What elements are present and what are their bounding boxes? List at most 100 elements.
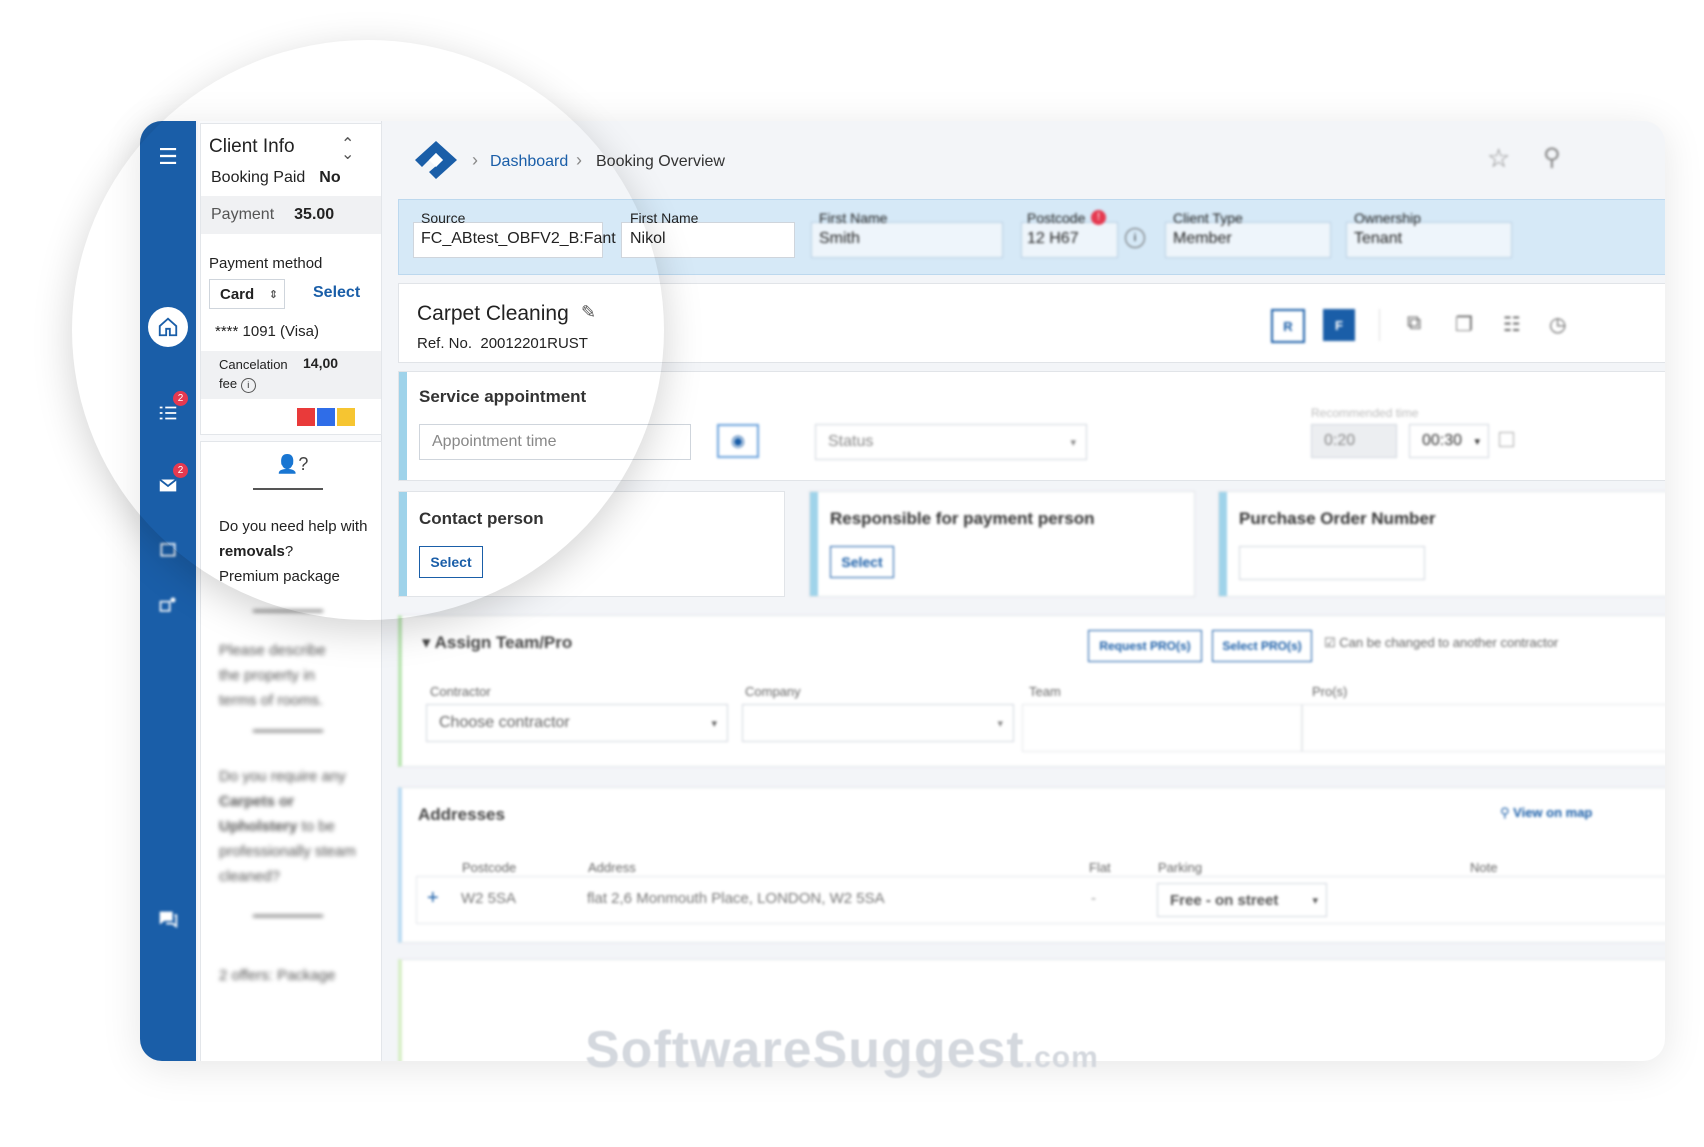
cancelation-fee-label: Cancelation fee i xyxy=(219,357,288,393)
color-tag-red[interactable] xyxy=(297,408,315,426)
tasks-badge: 2 xyxy=(173,391,188,406)
service-appointment-title: Service appointment xyxy=(419,387,587,406)
client-type-label: Client Type xyxy=(1173,210,1243,226)
mail-badge: 2 xyxy=(173,463,188,478)
payment-method-select-link[interactable]: Select xyxy=(313,284,360,302)
question-carpets: Do you require any Carpets or Upholstery… xyxy=(219,768,356,885)
ownership-label: Ownership xyxy=(1354,210,1421,226)
mail-icon[interactable]: 2 xyxy=(150,463,188,503)
postcode-label: Postcode xyxy=(1027,210,1086,226)
payment-person-title: Responsible for payment person xyxy=(830,509,1095,528)
address-text: flat 2,6 Monmouth Place, LONDON, W2 5SA xyxy=(587,890,885,907)
question-offers: 2 offers: Package xyxy=(219,967,336,984)
duplicate-icon[interactable]: ❐ xyxy=(1455,312,1473,337)
payment-value: 35.00 xyxy=(294,206,335,223)
copy-icon[interactable]: ⧉ xyxy=(1407,312,1421,335)
source-label: Source xyxy=(421,210,466,226)
menu-icon[interactable]: ☰ xyxy=(150,139,186,175)
main-content: › Dashboard › Booking Overview ☆ ⚲ Sourc… xyxy=(383,121,1665,1061)
appointment-time-input[interactable]: Appointment time xyxy=(419,424,691,460)
card-number: **** 1091 (Visa) xyxy=(215,323,319,340)
purchase-order-section: Purchase Order Number xyxy=(1218,491,1665,597)
recommended-time-value: 0:20 xyxy=(1311,424,1397,458)
favorite-star-icon[interactable]: ☆ xyxy=(1487,143,1510,174)
tasks-icon[interactable]: 2 xyxy=(150,391,188,431)
service-appointment-section: Service appointment Appointment time ◉ S… xyxy=(398,371,1665,481)
contractor-select[interactable]: Choose contractor ▾ xyxy=(426,704,728,742)
top-bar: › Dashboard › Booking Overview ☆ ⚲ xyxy=(383,121,1665,199)
recommended-time-label: Recommended time xyxy=(1311,406,1419,420)
booking-title: Carpet Cleaning xyxy=(417,302,569,325)
building-icon[interactable] xyxy=(150,531,186,567)
edit-pencil-icon[interactable]: ✎ xyxy=(581,302,596,323)
purchase-order-input[interactable] xyxy=(1239,546,1425,580)
select-pros-button[interactable]: Select PRO(s) xyxy=(1212,630,1312,662)
company-select[interactable]: ▾ xyxy=(742,704,1014,742)
color-tag-yellow[interactable] xyxy=(337,408,355,426)
ownership-value: Tenant xyxy=(1354,230,1403,247)
col-postcode: Postcode xyxy=(462,860,517,875)
clock-icon[interactable]: ◷ xyxy=(1549,312,1566,337)
address-postcode: W2 5SA xyxy=(461,890,517,907)
contact-select-button[interactable]: Select xyxy=(419,546,483,578)
assign-team-title[interactable]: ▾ Assign Team/Pro xyxy=(422,633,572,653)
add-address-icon[interactable]: + xyxy=(427,887,439,910)
team-cell xyxy=(1022,704,1302,752)
status-select[interactable]: Status ▾ xyxy=(815,424,1087,460)
chat-icon[interactable] xyxy=(150,901,186,937)
client-info-title: Client Info xyxy=(209,136,295,157)
question-removals: Do you need help with removals? Premium … xyxy=(219,518,368,585)
clock-button-icon[interactable]: ◉ xyxy=(717,424,759,458)
payment-person-select-button[interactable]: Select xyxy=(830,546,894,578)
col-note: Note xyxy=(1470,860,1498,875)
r-button[interactable]: R xyxy=(1271,309,1305,343)
app-window: ☰ 2 2 Client Info ⌃ ⌄ Booking Paid No Pa… xyxy=(140,121,1665,1061)
info-icon[interactable]: i xyxy=(1125,228,1145,248)
parking-select[interactable]: Free - on street ▾ xyxy=(1157,883,1327,917)
collapse-chevron-icon[interactable]: ⌃ ⌄ xyxy=(341,134,354,174)
payment-label: Payment xyxy=(211,206,275,223)
request-pros-button[interactable]: Request PRO(s) xyxy=(1088,630,1202,662)
contact-person-section: Contact person Select xyxy=(398,491,785,597)
f-button[interactable]: F xyxy=(1323,309,1355,341)
question-property: Please describe the property in terms of… xyxy=(219,642,326,709)
address-row: + W2 5SA flat 2,6 Monmouth Place, LONDON… xyxy=(416,876,1665,924)
first-name-value: Nikol xyxy=(630,230,666,247)
payment-person-section: Responsible for payment person Select xyxy=(809,491,1195,597)
contractor-label: Contractor xyxy=(430,684,491,699)
home-icon[interactable] xyxy=(148,307,188,347)
booking-ref: Ref. No. 20012201RUST xyxy=(417,335,588,352)
client-panel: Client Info ⌃ ⌄ Booking Paid No Payment 3… xyxy=(198,121,382,1061)
breadcrumb-separator-icon: › xyxy=(472,150,478,170)
settings-list-icon[interactable]: ☷ xyxy=(1503,312,1521,337)
contact-person-title: Contact person xyxy=(419,509,544,528)
addresses-section: Addresses ⚲ View on map Postcode Address… xyxy=(398,787,1665,943)
info-icon[interactable]: i xyxy=(240,378,256,393)
duration-checkbox[interactable] xyxy=(1499,432,1514,447)
pros-label: Pro(s) xyxy=(1312,684,1348,699)
user-question-icon: 👤? xyxy=(276,454,309,474)
breadcrumb-separator-icon: › xyxy=(576,150,582,170)
share-icon[interactable] xyxy=(150,587,186,623)
booking-paid-value: No xyxy=(319,169,341,186)
color-tags xyxy=(297,408,355,426)
can-change-checkbox[interactable]: ☑ Can be changed to another contractor xyxy=(1324,635,1558,651)
postcode-warning-badge: ! xyxy=(1091,210,1106,225)
brand-logo-icon[interactable] xyxy=(413,139,459,186)
payment-method-select[interactable]: Card ⇕ xyxy=(209,279,285,309)
updown-chevron-icon: ⇕ xyxy=(268,288,278,301)
team-label: Team xyxy=(1029,684,1061,699)
assign-team-section: ▾ Assign Team/Pro Request PRO(s) Select … xyxy=(398,615,1665,767)
first-name-label: First Name xyxy=(630,210,699,226)
source-value: FC_ABtest_OBFV2_B:Fant xyxy=(421,230,616,247)
postcode-value: 12 H67 xyxy=(1027,230,1079,247)
pin-icon[interactable]: ⚲ xyxy=(1543,143,1561,172)
view-on-map-link[interactable]: ⚲ View on map xyxy=(1500,805,1592,821)
pros-cell xyxy=(1302,704,1665,752)
address-flat: - xyxy=(1091,890,1096,907)
duration-select[interactable]: 00:30 ▾ xyxy=(1409,424,1489,458)
col-parking: Parking xyxy=(1158,860,1203,875)
watermark: SoftwareSuggest.com xyxy=(585,1021,1099,1079)
color-tag-blue[interactable] xyxy=(317,408,335,426)
breadcrumb-dashboard[interactable]: Dashboard xyxy=(490,153,568,171)
